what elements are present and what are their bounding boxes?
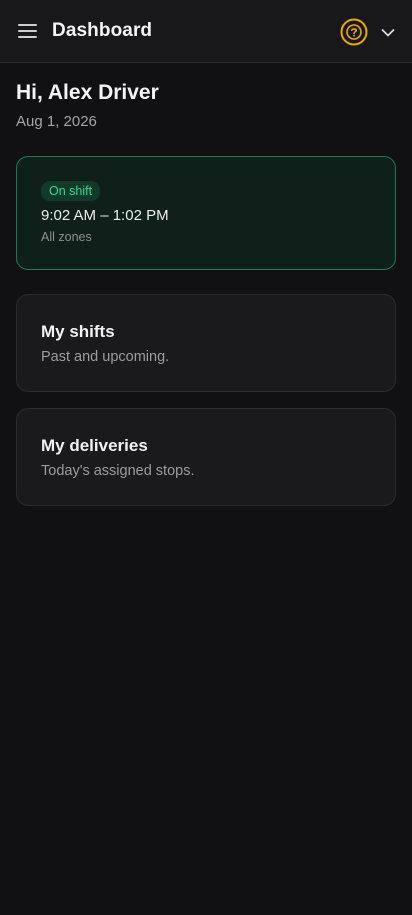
card-title: My deliveries xyxy=(41,436,148,455)
current-date: Aug 1, 2026 xyxy=(16,113,97,130)
hamburger-menu-icon[interactable] xyxy=(18,23,38,40)
top-app-bar: Dashboard xyxy=(0,0,412,63)
greeting-heading: Hi, Alex Driver xyxy=(16,81,159,104)
card-subtitle: Past and upcoming. xyxy=(41,349,170,365)
question-circle-icon xyxy=(340,18,368,46)
app-root: Dashboard Hi, Alex Driver Aug 1, 2026 On… xyxy=(0,0,412,915)
my-deliveries-card[interactable]: My deliveries Today's assigned stops. xyxy=(16,408,396,506)
shift-status-badge: On shift xyxy=(41,181,101,201)
shift-time-range: 9:02 AM – 1:02 PM xyxy=(41,207,169,224)
current-shift-card: On shift 9:02 AM – 1:02 PM All zones xyxy=(16,156,396,270)
chevron-down-icon xyxy=(381,29,395,37)
my-shifts-card[interactable]: My shifts Past and upcoming. xyxy=(16,294,396,392)
help-button[interactable] xyxy=(340,18,368,46)
shift-zones: All zones xyxy=(41,230,92,244)
account-dropdown-button[interactable] xyxy=(379,24,397,42)
card-title: My shifts xyxy=(41,322,115,341)
page-title: Dashboard xyxy=(52,20,153,41)
card-subtitle: Today's assigned stops. xyxy=(41,463,195,479)
